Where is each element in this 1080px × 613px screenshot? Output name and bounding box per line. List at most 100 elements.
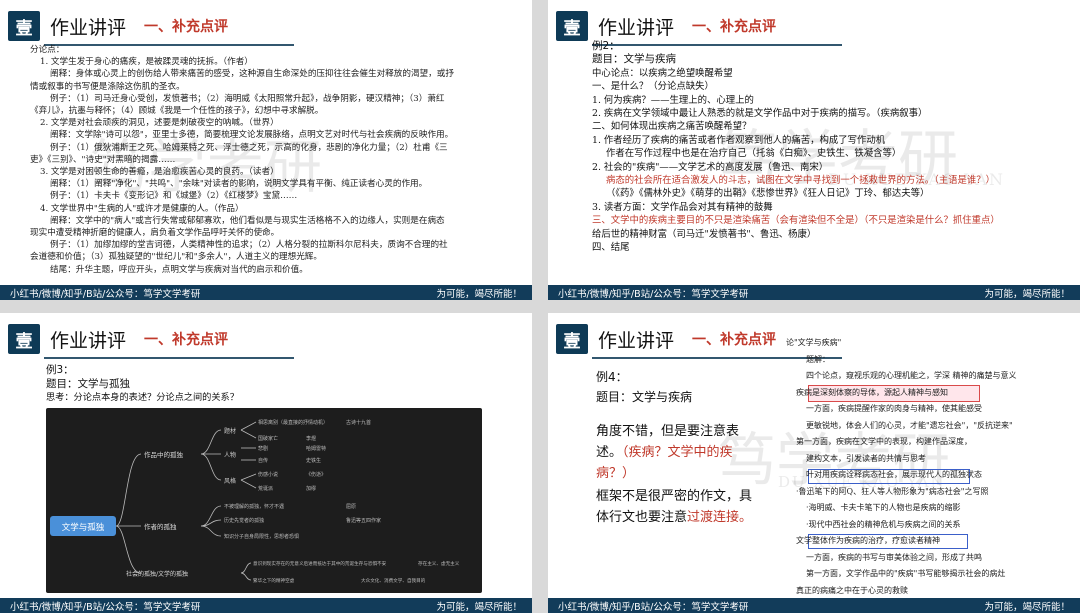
mindmap-tag: 鲁迅等五四作家 (346, 517, 381, 524)
slide-title: 作业讲评 (50, 16, 127, 39)
mindmap-leaf: 荒诞派 (258, 485, 273, 492)
outline-line: 1. 作者经历了疾病的痛苦或者作者观察到他人的痛苦，构成了写作动机 (592, 134, 886, 146)
slide-1: 壹 作业讲评 一、补充点评 笃学考研 分论点： 1. 文学生发于身心的痛疾，是被蹂… (0, 0, 532, 300)
slide-header: 壹 作业讲评 一、补充点评 (0, 319, 532, 359)
mindmap-leaf: 知识分子自身局限性，思想者恐惧 (224, 533, 299, 540)
outline-line: 二、如何体现出疾病之痛苦唤醒希望？ (592, 121, 752, 133)
outline-text: 例2： 题目：文学与疾病 中心论点：以疾病之绝望唤醒希望 一、是什么？（分论点缺失） 1… (592, 40, 1072, 255)
footer-social: 小红书/微博/知乎/B站/公众号：笃学文学考研 (558, 288, 749, 300)
slide-subtitle: 一、补充点评 (692, 332, 777, 348)
mindmap-leaf: 国破家亡 (258, 435, 278, 442)
handwritten-notes: 论"文学与疾病" 题解： 四个论点，窥视乐观的心理机能之，学深 精神的痛楚与意义疾病… (780, 329, 1080, 601)
note-line: 第一方面，疾病在文学中的表现，构建作品深度， (796, 437, 972, 446)
analysis-line: 阐释：（1）阐释"净化"、"共鸣"、"余味"对读者的影响，说明文学具有平衡、纯正… (50, 179, 428, 190)
analysis-line: 会道德和价值；（3）孤独疑望的"世纪儿"和"多余人"，人道主义的理想光辉。 (30, 252, 322, 263)
footer-bar: 小红书/微博/知乎/B站/公众号：笃学文学考研 为可能，竭尽所能！ (548, 598, 1080, 613)
mindmap-sub-character: 人物 (224, 451, 236, 459)
mindmap-sub-theme: 题材 (224, 427, 236, 435)
note-line: 一方面，疾病的书写与审美体验之间，形成了共鸣 (806, 552, 982, 562)
footer-slogan: 为可能，竭尽所能！ (436, 601, 522, 613)
analysis-line: 4. 文学世界中"生病的人"或许才是健康的人。（作品） (40, 203, 244, 214)
note-line: 疾病是深刻体察的导体，源起人精神与感知 (796, 387, 948, 397)
mindmap-tag: 古诗十九首 (346, 419, 371, 426)
note-line: 论"文学与疾病" (786, 338, 842, 347)
note-line: 真正的病痛之中在于心灵的救赎 (796, 585, 908, 595)
section-badge: 壹 (8, 324, 40, 354)
footer-slogan: 为可能，竭尽所能！ (436, 288, 522, 300)
example-label: 例3： (46, 364, 74, 376)
footer-bar: 小红书/微博/知乎/B站/公众号：笃学文学考研 为可能，竭尽所能！ (0, 598, 532, 613)
mindmap-branch-3: 社会的孤独/文学的孤独 (126, 570, 188, 578)
mindmap-tag: 李煜 (306, 435, 316, 442)
example-block: 例3： 题目：文学与孤独 思考：分论点本身的表述？分论点之间的关系？ (46, 363, 516, 405)
section-badge: 壹 (556, 11, 588, 41)
section-badge: 壹 (8, 11, 40, 41)
mindmap-leaf: 伤感小说 (258, 471, 278, 478)
footer-social: 小红书/微博/知乎/B站/公众号：笃学文学考研 (558, 601, 749, 613)
note-line: ·鲁迅笔下的阿Q、狂人等人物形象为"病态社会"之写照 (796, 486, 989, 496)
mindmap-tag: 屈原 (346, 504, 356, 510)
footer-bar: 小红书/微博/知乎/B站/公众号：笃学文学考研 为可能，竭尽所能！ (0, 285, 532, 300)
analysis-line: 阐释：身体或心灵上的创伤给人带来痛苦的感受，这种源自生命深处的压抑往往会催生对释… (50, 69, 454, 80)
example-topic: 题目：文学与孤独 (46, 378, 130, 390)
slide-2: 壹 作业讲评 一、补充点评 笃学考研 DU XUE KAO YAN 例2： 题目：… (548, 0, 1080, 300)
analysis-line: 分论点： (30, 45, 65, 55)
note-line: 题解： (806, 354, 830, 364)
slide-subtitle: 一、补充点评 (144, 332, 229, 348)
slide-header: 壹 作业讲评 一、补充点评 (0, 6, 532, 46)
analysis-line: 1. 文学生发于身心的痛疾，是被蹂灵魂的抚拆。（作者） (40, 57, 253, 68)
footer-social: 小红书/微博/知乎/B站/公众号：笃学文学考研 (10, 601, 201, 613)
outline-line: 例2： (592, 40, 620, 52)
analysis-line: 例子：（1）俄狄浦斯王之死、哈姆莱特之死、浮士德之死，示高的化身，悲剧的净化力量… (50, 142, 448, 153)
comment-block: 例4： 题目：文学与疾病 角度不错，但是要注意表述。（疾病？文学中的疾病？） 框… (596, 367, 756, 528)
slide-title: 作业讲评 (50, 329, 127, 352)
slide-subtitle: 一、补充点评 (692, 19, 777, 35)
slide-title: 作业讲评 (598, 16, 675, 39)
analysis-line: 例子：（1）加缪加缪的堂吉诃德，人类精神性的追求；（2）人格分裂的拉斯科尔尼科夫… (50, 240, 448, 251)
footer-slogan: 为可能，竭尽所能！ (984, 601, 1070, 613)
analysis-line: 2. 文学是对社会顽疾的洞见，述要是刺破夜空的呐喊。（世界） (40, 118, 279, 129)
mindmap-tag: 《伤逝》 (306, 471, 326, 478)
note-line: 一方面，疾病提醒作家的肉身与精神，使其能感受 (806, 404, 982, 413)
outline-line: 3. 读者方面：文学作品会对其有精神的鼓舞 (592, 201, 773, 213)
note-line: 四个论点，窥视乐观的心理机能之，学深 精神的痛楚与意义 (806, 371, 1017, 380)
note-line: 建构文本，引发读者的共情与思考 (806, 453, 926, 463)
analysis-line: 吏》《三别》、"诗史"对黑暗的揭露…… (30, 154, 176, 165)
analysis-line: 阐释：文学中的"病人"或言行失常或郁郁寡欢，他们看似是与现实生活格格不入的边缘人… (50, 215, 445, 226)
note-line: 文学整体作为疾病的治疗，疗愈读者精神 (796, 536, 940, 545)
analysis-line: 情或叙事的书写便是涤除这伤肌的圣衣。 (30, 81, 185, 92)
analysis-line: 《弃儿》，抗墨与释怀；（4）顾城《我是一个任性的孩子》，幻想中寻求解脱。 (30, 106, 324, 117)
slide-3: 壹 作业讲评 一、补充点评 例3： 题目：文学与孤独 思考：分论点本身的表述？分… (0, 313, 532, 613)
outline-line: 题目：文学与疾病 (592, 53, 676, 66)
mindmap-leaf: 相思离别（最直接的抒情动机） (258, 419, 328, 426)
analysis-line: 现实中遭受精神折磨的健康人，肩负着文学作品呼吁关怀的使命。 (30, 228, 280, 239)
section-badge: 壹 (556, 324, 588, 354)
analysis-line: 例子：（1）司马迁身心受创，发愤著书；（2）海明威《太阳照常升起》，战争阴影，硬… (50, 93, 445, 104)
mindmap: 文学与孤独 作品中的孤独 作者的孤独 社会的孤独/文学的孤独 题材 人物 风格 … (46, 408, 482, 593)
note-line: 叶对用疾病诠释病态社会，展示现代人的孤独状态 (806, 470, 982, 479)
mindmap-branch-1: 作品中的孤独 (144, 450, 184, 459)
outline-line: 病态的社会所在适合激发人的斗志，试图在文学中寻找到一个拯救世界的方法。（主语是谁… (606, 175, 996, 187)
note-line: 更敏锐地，体会人们的心灵，才能"遗忘社会"，"反抗逆来" (806, 420, 1013, 430)
outline-line: 作者在写作过程中也是在治疗自己（托翁《白痴》、史铁生、铁凝含等） (606, 148, 902, 160)
comment-text: 角度不错，但是要注意表述。（疾病？文学中的疾病？） (596, 421, 756, 484)
mindmap-leaf: 意识到现实存在的无意义后进而抵达于其中的荒诞生存与恐惧不安 (253, 560, 387, 567)
comment-text-2: 框架不是很严密的作文，具体行文也要注意过渡连接。 (596, 486, 756, 528)
mindmap-svg: 文学与孤独 作品中的孤独 作者的孤独 社会的孤独/文学的孤独 题材 人物 风格 … (50, 419, 460, 584)
slide-title: 作业讲评 (598, 329, 675, 352)
analysis-line: 例子：（1）卡夫卡《变形记》和《城堡》（2）《红楼梦》宝黛…… (50, 191, 298, 202)
mindmap-leaf: 自传 (258, 457, 268, 464)
note-line: ·海明威、卡夫卡笔下的人物也是疾病的缩影 (806, 503, 961, 512)
mindmap-sub-style: 风格 (224, 477, 236, 485)
mindmap-leaf: 历史先觉者的孤独 (224, 517, 264, 524)
outline-line: 三、文学中的疾病主要目的不只是渲染痛苦（会有渲染但不全是）（不只是渲染是什么？抓… (592, 215, 1000, 227)
outline-line: 一、是什么？（分论点缺失） (592, 81, 714, 93)
mindmap-root-label: 文学与孤独 (62, 522, 105, 533)
mindmap-leaf: 不被理解的孤独，怀才不遇 (224, 503, 284, 510)
mindmap-branch-2: 作者的孤独 (144, 522, 177, 531)
mindmap-tag: 史铁生 (306, 457, 321, 464)
mindmap-leaf: 繁华之下的精神空虚 (253, 577, 295, 584)
footer-bar: 小红书/微博/知乎/B站/公众号：笃学文学考研 为可能，竭尽所能！ (548, 285, 1080, 300)
outline-line: 2. 社会的"疾病"——文学艺术的高度发展（鲁迅、南宋） (592, 161, 829, 173)
mindmap-tag: 大众文化、消费文学、自我目的 (361, 577, 426, 584)
